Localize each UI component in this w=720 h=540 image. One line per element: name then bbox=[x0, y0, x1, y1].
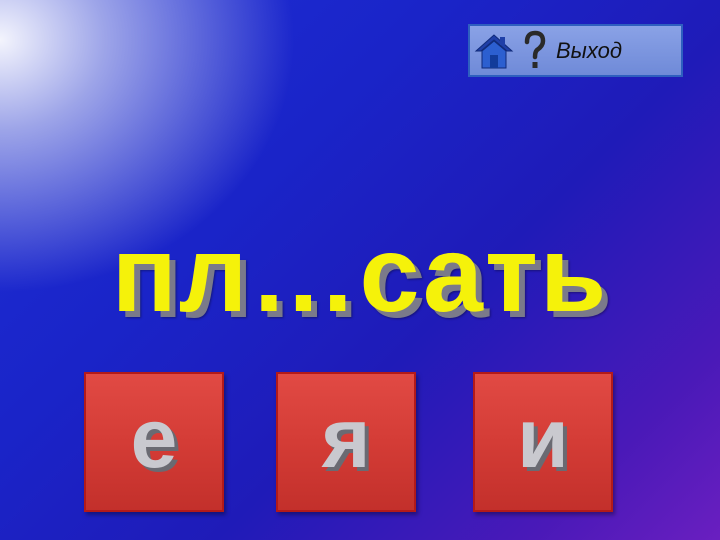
answer-option-e[interactable]: е bbox=[84, 372, 224, 512]
answer-option-letter: е bbox=[130, 391, 178, 485]
answer-option-ya[interactable]: я bbox=[276, 372, 416, 512]
answer-option-letter: и bbox=[517, 391, 569, 485]
question-icon bbox=[524, 30, 546, 68]
exit-button[interactable]: Выход bbox=[552, 26, 681, 75]
answer-option-letter: я bbox=[321, 391, 371, 485]
home-icon bbox=[474, 33, 514, 68]
home-button[interactable] bbox=[470, 26, 518, 75]
answer-option-i[interactable]: и bbox=[473, 372, 613, 512]
task-word: пл…сать bbox=[111, 213, 609, 334]
help-button[interactable] bbox=[518, 26, 552, 75]
navigation-bar: Выход bbox=[468, 24, 683, 77]
